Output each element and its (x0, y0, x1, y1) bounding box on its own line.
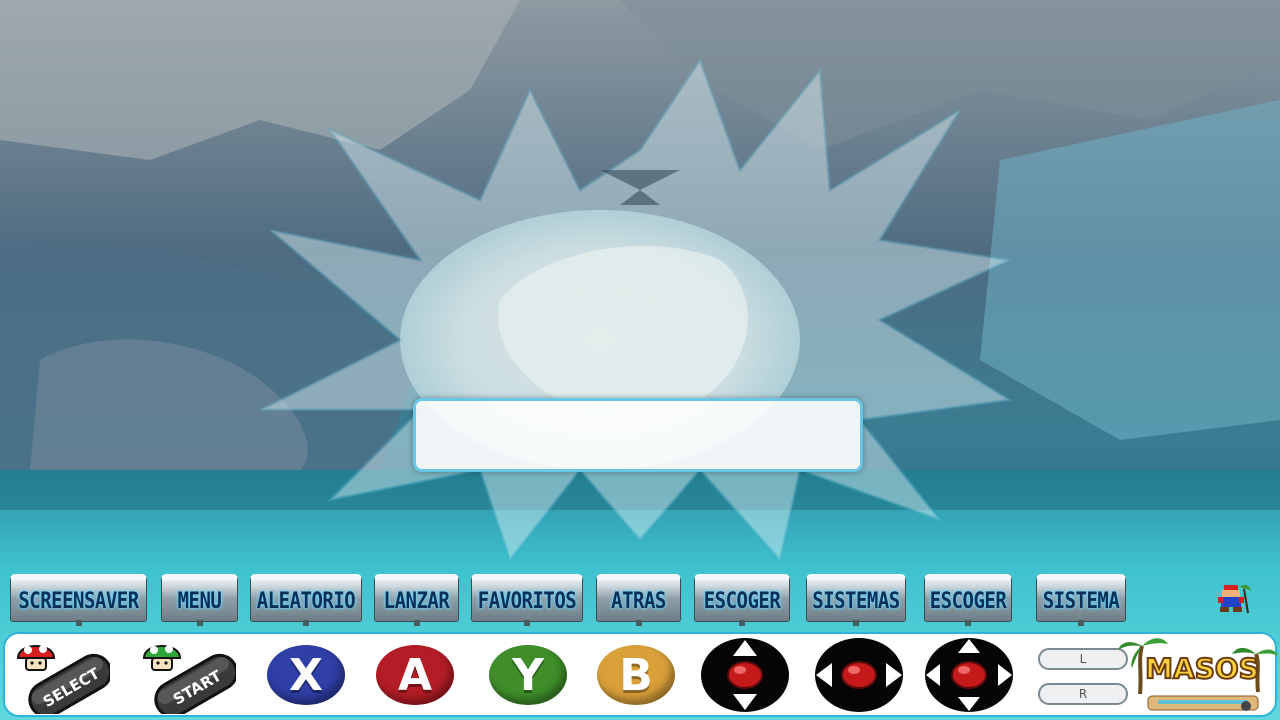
label-text: MENU (177, 587, 222, 614)
app-logo: MASOS (1118, 638, 1278, 711)
x-button-label: X (289, 649, 323, 701)
r-label: R (1078, 687, 1088, 701)
mushroom-red-icon (16, 645, 56, 671)
action-labels-row: SCREENSAVER MENU ALEATORIO LANZAR FAVORI… (0, 574, 1280, 626)
label-text: FAVORITOS (477, 587, 577, 614)
mario-sprite-icon (1218, 584, 1251, 614)
label-menu: MENU (161, 574, 238, 626)
label-sistema: SISTEMA (1036, 574, 1126, 626)
y-button-label: Y (512, 649, 544, 701)
start-control: START (142, 645, 236, 714)
label-aleatorio: ALEATORIO (250, 574, 362, 626)
label-text: SCREENSAVER (18, 587, 139, 614)
b-button-label: B (619, 649, 653, 701)
label-text: ESCOGER (929, 587, 1007, 614)
l-shoulder-button: L (1038, 648, 1128, 670)
label-favoritos: FAVORITOS (471, 574, 583, 626)
a-button: A (376, 645, 454, 705)
x-button: X (267, 645, 345, 705)
label-escoger-2: ESCOGER (924, 574, 1012, 626)
logo-text: MASOS (1145, 652, 1259, 685)
y-button: Y (489, 645, 567, 705)
center-info-panel (413, 398, 863, 472)
label-screensaver: SCREENSAVER (10, 574, 147, 626)
label-text: SISTEMA (1042, 587, 1120, 614)
label-sistemas: SISTEMAS (806, 574, 906, 626)
r-shoulder-button: R (1038, 683, 1128, 705)
label-atras: ATRAS (596, 574, 681, 626)
label-text: ESCOGER (703, 587, 781, 614)
label-text: LANZAR (383, 587, 450, 614)
dpad-all-directions-icon (925, 638, 1013, 712)
dpad-up-down-icon (701, 638, 789, 712)
a-button-label: A (397, 649, 433, 701)
mushroom-green-icon (142, 645, 182, 671)
l-label: L (1079, 652, 1087, 666)
label-text: SISTEMAS (812, 587, 900, 614)
b-button: B (597, 645, 675, 705)
label-text: ATRAS (611, 587, 666, 614)
dpad-left-right-icon (815, 638, 903, 712)
label-lanzar: LANZAR (374, 574, 459, 626)
label-text: ALEATORIO (256, 587, 356, 614)
select-control: SELECT (16, 645, 110, 714)
label-escoger-1: ESCOGER (694, 574, 790, 626)
